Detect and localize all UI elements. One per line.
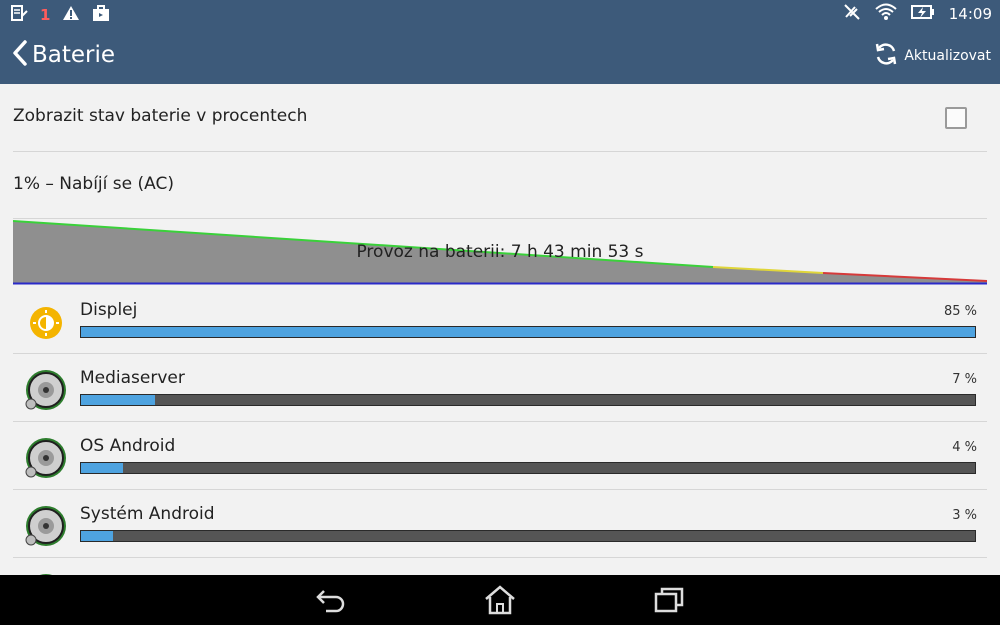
muted-icon [843, 3, 861, 25]
usage-item-percent: 4 % [952, 440, 977, 455]
usage-item-percent: 85 % [943, 304, 977, 319]
usage-progress-bar [80, 462, 976, 474]
navigation-bar [0, 575, 1000, 625]
wifi-icon [875, 3, 897, 25]
battery-history-graph[interactable]: Provoz na baterii: 7 h 43 min 53 s [12, 219, 988, 285]
usage-item-name: OS Android [80, 436, 176, 456]
action-bar: Baterie Aktualizovat [0, 26, 1000, 84]
usage-progress-bar [80, 530, 976, 542]
usage-progress-fill [81, 463, 124, 473]
show-percent-setting[interactable]: Zobrazit stav baterie v procentech [13, 84, 987, 152]
usage-item-android-os[interactable]: OS Android 4 % [13, 422, 987, 490]
android-app-icon [23, 503, 69, 549]
refresh-button[interactable]: Aktualizovat [874, 42, 991, 70]
battery-charging-icon [910, 4, 935, 24]
notification-count: 1 [40, 6, 51, 24]
status-bar-notifications: 1 [10, 4, 110, 26]
notes-icon [10, 4, 28, 26]
usage-progress-bar [80, 394, 976, 406]
usage-item-android-system[interactable]: Systém Android 3 % [13, 490, 987, 558]
usage-item-partial[interactable] [13, 558, 987, 575]
home-nav-button[interactable] [483, 585, 517, 615]
display-brightness-icon [23, 299, 69, 345]
usage-item-name: Mediaserver [80, 368, 185, 388]
show-percent-label: Zobrazit stav baterie v procentech [13, 106, 308, 126]
refresh-icon [874, 42, 898, 70]
usage-progress-fill [81, 395, 155, 405]
usage-item-percent: 7 % [952, 372, 977, 387]
briefcase-icon [92, 4, 110, 26]
battery-status-row: 1% – Nabíjí se (AC) [13, 152, 987, 219]
battery-status: 1% – Nabíjí se (AC) [13, 174, 174, 194]
warning-icon [62, 5, 80, 25]
chevron-left-icon [12, 40, 28, 70]
back-arrow-icon [314, 590, 348, 619]
back-nav-button[interactable] [314, 585, 348, 615]
usage-item-name: Displej [80, 300, 138, 320]
usage-progress-fill [81, 327, 975, 337]
status-bar-system: 14:09 [843, 3, 992, 25]
home-icon [483, 585, 517, 619]
clock: 14:09 [948, 5, 992, 23]
usage-item-display[interactable]: Displej 85 % [13, 286, 987, 354]
android-app-icon [23, 435, 69, 481]
usage-item-name: Systém Android [80, 504, 215, 524]
android-app-icon [23, 367, 69, 413]
back-button[interactable]: Baterie [12, 40, 115, 70]
usage-item-mediaserver[interactable]: Mediaserver 7 % [13, 354, 987, 422]
recent-apps-nav-button[interactable] [652, 585, 686, 615]
usage-progress-fill [81, 531, 113, 541]
show-percent-checkbox[interactable] [945, 107, 967, 129]
usage-progress-bar [80, 326, 976, 338]
usage-item-percent: 3 % [952, 508, 977, 523]
refresh-label: Aktualizovat [904, 48, 991, 64]
battery-runtime-label: Provoz na baterii: 7 h 43 min 53 s [356, 242, 644, 262]
battery-content: Zobrazit stav baterie v procentech 1% – … [0, 84, 1000, 575]
recent-apps-icon [652, 587, 686, 619]
page-title: Baterie [32, 42, 116, 68]
status-bar: 1 14:09 [0, 0, 1000, 26]
